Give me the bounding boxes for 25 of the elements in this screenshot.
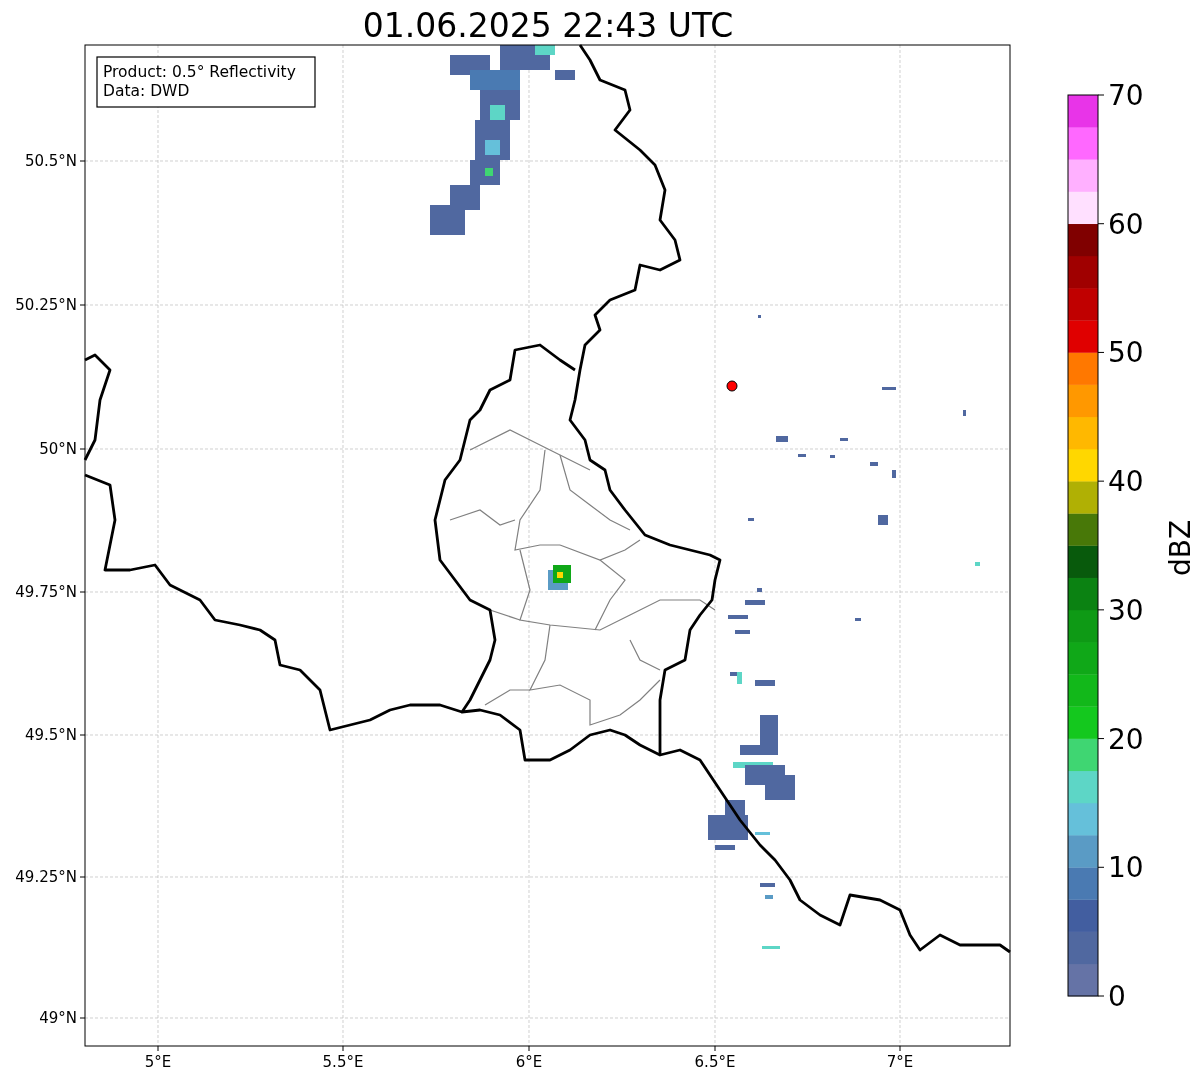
colorbar-tick-label: 40 [1108, 465, 1144, 499]
colorbar-label: dBZ [1164, 519, 1197, 577]
colorbar-tick-label: 70 [1108, 79, 1144, 112]
latitude-label: 50°N [39, 440, 77, 458]
latitude-label: 49.5°N [24, 726, 77, 744]
chart-title: 01.06.2025 22:43 UTC [362, 6, 734, 45]
colorbar-tick-label: 30 [1108, 593, 1144, 627]
latitude-label: 49°N [39, 1009, 77, 1027]
radar-site-marker [726, 380, 738, 392]
colorbar-tick-label: 20 [1108, 722, 1144, 756]
longitude-label: 5.5°E [322, 1053, 364, 1071]
colorbar-tick-label: 60 [1108, 207, 1144, 241]
info-text: Product: 0.5° Reflectivity [103, 63, 296, 81]
longitude-label: 5°E [144, 1053, 172, 1071]
info-text: Data: DWD [103, 82, 190, 100]
latitude-label: 49.75°N [15, 583, 77, 601]
longitude-label: 7°E [886, 1053, 914, 1071]
colorbar-tick-label: 10 [1108, 851, 1144, 885]
latitude-label: 50.5°N [24, 152, 77, 170]
colorbar-tick-label: 0 [1108, 980, 1126, 1013]
longitude-label: 6°E [515, 1053, 543, 1071]
latitude-label: 49.25°N [15, 868, 77, 886]
longitude-label: 6.5°E [694, 1053, 736, 1071]
colorbar-tick-label: 50 [1108, 336, 1144, 370]
latitude-label: 50.25°N [15, 296, 77, 314]
